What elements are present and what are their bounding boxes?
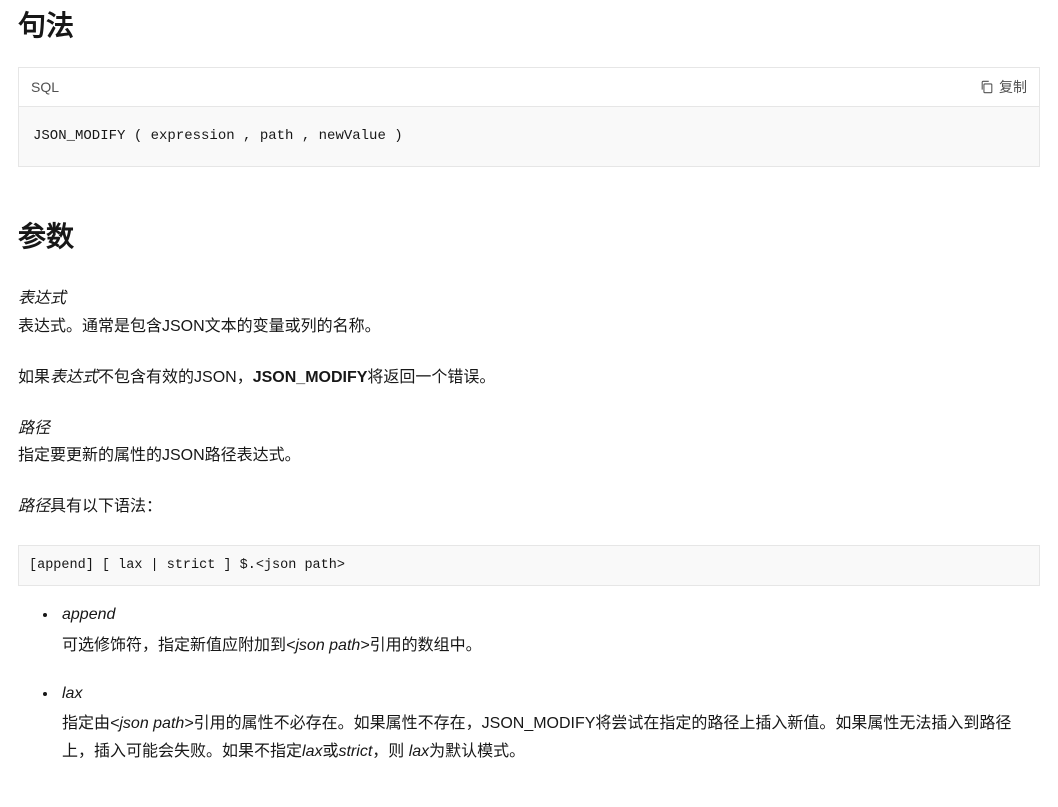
path-syntax-intro-block: 路径具有以下语法：: [18, 493, 1040, 520]
path-syntax-code: [append] [ lax | strict ] $.<json path>: [18, 545, 1040, 587]
append-desc-term: <json path>: [286, 637, 370, 654]
append-desc-suffix: 引用的数组中。: [370, 637, 482, 654]
path-desc: 指定要更新的属性的JSON路径表达式。: [18, 442, 1040, 469]
path-options-list: append 可选修饰符，指定新值应附加到<json path>引用的数组中。 …: [58, 602, 1040, 765]
lax-desc-then: ，则: [372, 743, 408, 760]
lax-option-desc: 指定由<json path>引用的属性不必存在。如果属性不存在，JSON_MOD…: [62, 715, 1011, 759]
expr-err-term: 表达式: [50, 369, 98, 386]
lax-desc-term: <json path>: [110, 715, 194, 732]
lax-desc-term-lax2: lax: [409, 743, 429, 760]
expression-desc: 表达式。通常是包含JSON文本的变量或列的名称。: [18, 313, 1040, 340]
list-item: lax 指定由<json path>引用的属性不必存在。如果属性不存在，JSON…: [58, 681, 1040, 765]
expr-err-suffix: 将返回一个错误。: [367, 369, 495, 386]
copy-icon: [980, 80, 994, 94]
expression-block: 表达式 表达式。通常是包含JSON文本的变量或列的名称。: [18, 285, 1040, 339]
append-desc-prefix: 可选修饰符，指定新值应附加到: [62, 637, 286, 654]
path-syntax-intro-term: 路径: [18, 498, 50, 515]
syntax-code-content: JSON_MODIFY ( expression , path , newVal…: [19, 107, 1039, 165]
expr-err-mid: 不包含有效的JSON，: [98, 369, 253, 386]
expression-term: 表达式: [18, 290, 66, 307]
append-option-name: append: [62, 602, 1040, 628]
syntax-code-block: SQL 复制 JSON_MODIFY ( expression , path ,…: [18, 67, 1040, 167]
path-term: 路径: [18, 420, 50, 437]
lax-desc-prefix: 指定由: [62, 715, 110, 732]
expression-error-block: 如果表达式不包含有效的JSON，JSON_MODIFY将返回一个错误。: [18, 364, 1040, 391]
lax-desc-or: 或: [322, 743, 338, 760]
path-syntax-intro-suffix: 具有以下语法：: [50, 498, 162, 515]
expr-err-func: JSON_MODIFY: [253, 369, 368, 386]
syntax-heading: 句法: [18, 4, 1040, 49]
expr-err-prefix: 如果: [18, 369, 50, 386]
params-heading: 参数: [18, 215, 1040, 260]
lax-desc-term-lax: lax: [302, 743, 322, 760]
copy-button[interactable]: 复制: [980, 77, 1027, 97]
path-block: 路径 指定要更新的属性的JSON路径表达式。: [18, 415, 1040, 469]
list-item: append 可选修饰符，指定新值应附加到<json path>引用的数组中。: [58, 602, 1040, 659]
lax-desc-suffix: 为默认模式。: [429, 743, 525, 760]
code-language-label: SQL: [31, 76, 59, 98]
copy-button-label: 复制: [999, 77, 1027, 97]
lax-desc-mid: 引用的属性不必存在。如果属性不存在，JSON_MODIFY将尝试在指定的路径上插…: [62, 715, 1011, 759]
lax-option-name: lax: [62, 681, 1040, 707]
code-header: SQL 复制: [19, 68, 1039, 107]
append-option-desc: 可选修饰符，指定新值应附加到<json path>引用的数组中。: [62, 637, 482, 654]
lax-desc-term-strict: strict: [338, 743, 372, 760]
